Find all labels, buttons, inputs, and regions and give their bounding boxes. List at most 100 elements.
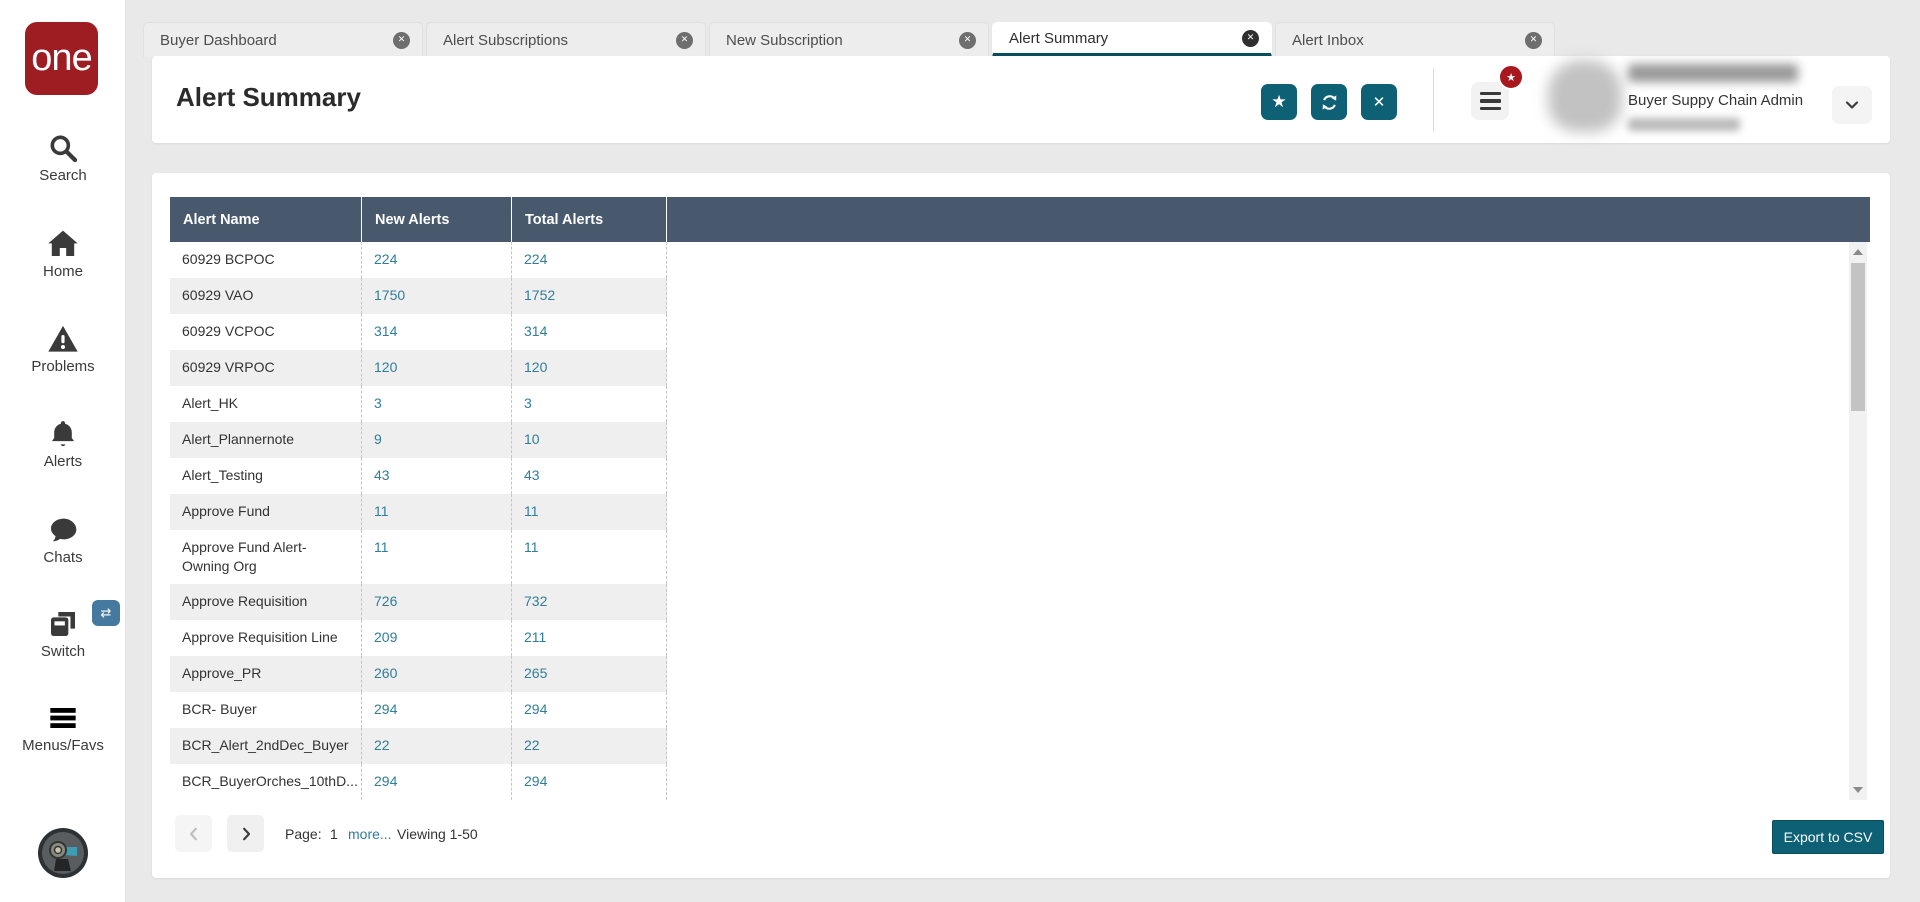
column-header-filler <box>667 197 1870 242</box>
sidebar-item-chats[interactable]: Chats <box>0 514 126 566</box>
new-alerts-link[interactable]: 224 <box>374 251 397 267</box>
sidebar-item-menus-favs[interactable]: Menus/Favs <box>0 702 126 754</box>
new-alerts-link[interactable]: 314 <box>374 323 397 339</box>
table-row: Approve_PR 260 265 <box>170 656 667 692</box>
tab-close-icon[interactable]: ✕ <box>1525 31 1542 49</box>
total-alerts-link[interactable]: 10 <box>524 431 540 447</box>
sidebar-item-home[interactable]: Home <box>0 228 126 280</box>
tab-close-icon[interactable]: ✕ <box>1242 29 1259 47</box>
new-alerts-cell: 11 <box>362 494 512 530</box>
total-alerts-cell: 265 <box>512 656 667 692</box>
total-alerts-cell: 22 <box>512 728 667 764</box>
tab-alert-subscriptions[interactable]: Alert Subscriptions ✕ <box>426 22 706 57</box>
new-alerts-link[interactable]: 1750 <box>374 287 405 303</box>
table-row: BCR_BuyerOrches_10thD... 294 294 <box>170 764 667 800</box>
next-page-button[interactable] <box>227 815 264 852</box>
alert-name-cell: 60929 BCPOC <box>170 242 362 278</box>
scroll-up-arrow-icon[interactable] <box>1849 244 1867 260</box>
scroll-down-arrow-icon[interactable] <box>1849 782 1867 798</box>
total-alerts-link[interactable]: 3 <box>524 395 532 411</box>
close-panel-button[interactable]: ✕ <box>1361 84 1397 120</box>
sidebar-item-problems[interactable]: Problems <box>0 323 126 375</box>
column-header-new-alerts[interactable]: New Alerts <box>362 197 512 242</box>
table-row: Approve Requisition 726 732 <box>170 584 667 620</box>
tab-close-icon[interactable]: ✕ <box>676 31 693 49</box>
tab-close-icon[interactable]: ✕ <box>393 31 410 49</box>
new-alerts-link[interactable]: 9 <box>374 431 382 447</box>
vertical-scrollbar[interactable] <box>1849 242 1867 800</box>
total-alerts-cell: 120 <box>512 350 667 386</box>
tab-alert-summary[interactable]: Alert Summary ✕ <box>992 22 1272 57</box>
new-alerts-link[interactable]: 294 <box>374 773 397 789</box>
user-avatar[interactable] <box>37 827 89 879</box>
previous-page-button[interactable] <box>175 815 212 852</box>
new-alerts-link[interactable]: 22 <box>374 737 390 753</box>
alert-name-cell: 60929 VCPOC <box>170 314 362 350</box>
sidebar-item-alerts[interactable]: Alerts <box>0 418 126 470</box>
one-logo[interactable]: one <box>25 22 98 95</box>
new-alerts-link[interactable]: 120 <box>374 359 397 375</box>
tab-buyer-dashboard[interactable]: Buyer Dashboard ✕ <box>143 22 423 57</box>
tab-close-icon[interactable]: ✕ <box>959 31 976 49</box>
chevron-left-icon <box>189 827 197 840</box>
total-alerts-link[interactable]: 43 <box>524 467 540 483</box>
header-divider <box>1433 68 1434 132</box>
total-alerts-link[interactable]: 22 <box>524 737 540 753</box>
alert-summary-card: Alert Name New Alerts Total Alerts 60929… <box>152 173 1890 878</box>
page-number-field[interactable]: 1 <box>330 826 338 842</box>
alert-name-cell: BCR_BuyerOrches_10thD... <box>170 764 362 800</box>
favorite-button[interactable]: ★ <box>1261 84 1297 120</box>
table-row: 60929 VRPOC 120 120 <box>170 350 667 386</box>
new-alerts-link[interactable]: 3 <box>374 395 382 411</box>
alert-name-cell: 60929 VRPOC <box>170 350 362 386</box>
total-alerts-cell: 294 <box>512 764 667 800</box>
column-header-total-alerts[interactable]: Total Alerts <box>512 197 667 242</box>
alert-name-cell: Approve Requisition <box>170 584 362 620</box>
sidebar-item-label: Switch <box>40 643 86 660</box>
total-alerts-link[interactable]: 120 <box>524 359 547 375</box>
tab-new-subscription[interactable]: New Subscription ✕ <box>709 22 989 57</box>
sidebar-item-label: Menus/Favs <box>22 737 104 754</box>
new-alerts-link[interactable]: 11 <box>374 503 389 519</box>
column-header-alert-name[interactable]: Alert Name <box>170 197 362 242</box>
new-alerts-link[interactable]: 209 <box>374 629 397 645</box>
new-alerts-link[interactable]: 43 <box>374 467 390 483</box>
sidebar-item-search[interactable]: Search <box>0 132 126 184</box>
table-header: Alert Name New Alerts Total Alerts <box>170 197 1870 242</box>
new-alerts-link[interactable]: 260 <box>374 665 397 681</box>
table-row: Approve Requisition Line 209 211 <box>170 620 667 656</box>
total-alerts-cell: 211 <box>512 620 667 656</box>
page-title: Alert Summary <box>176 82 361 112</box>
total-alerts-link[interactable]: 294 <box>524 773 547 789</box>
new-alerts-link[interactable]: 726 <box>374 593 397 609</box>
warning-triangle-icon <box>0 323 126 355</box>
user-menu-dropdown[interactable] <box>1832 86 1872 124</box>
new-alerts-link[interactable]: 294 <box>374 701 397 717</box>
total-alerts-link[interactable]: 11 <box>524 539 539 555</box>
new-alerts-link[interactable]: 11 <box>374 539 389 555</box>
total-alerts-link[interactable]: 265 <box>524 665 547 681</box>
sidebar-item-switch[interactable]: ⇄ Switch <box>0 600 126 660</box>
table-row: BCR- Buyer 294 294 <box>170 692 667 728</box>
swap-arrows-icon: ⇄ <box>92 600 120 626</box>
menu-bars-icon <box>1479 91 1501 96</box>
total-alerts-link[interactable]: 1752 <box>524 287 555 303</box>
user-name-blurred <box>1628 64 1798 82</box>
export-to-csv-button[interactable]: Export to CSV <box>1772 820 1884 854</box>
table-row: 60929 VAO 1750 1752 <box>170 278 667 314</box>
refresh-button[interactable] <box>1311 84 1347 120</box>
total-alerts-link[interactable]: 11 <box>524 503 539 519</box>
more-pages-link[interactable]: more... <box>348 826 392 842</box>
total-alerts-link[interactable]: 314 <box>524 323 547 339</box>
alert-name-cell: Approve Fund Alert-Owning Org <box>170 530 362 584</box>
total-alerts-link[interactable]: 294 <box>524 701 547 717</box>
scrollbar-thumb[interactable] <box>1851 263 1865 411</box>
total-alerts-link[interactable]: 732 <box>524 593 547 609</box>
total-alerts-link[interactable]: 224 <box>524 251 547 267</box>
robot-avatar-icon <box>38 828 88 878</box>
total-alerts-link[interactable]: 211 <box>524 629 546 645</box>
total-alerts-cell: 1752 <box>512 278 667 314</box>
new-alerts-cell: 726 <box>362 584 512 620</box>
tab-alert-inbox[interactable]: Alert Inbox ✕ <box>1275 22 1555 57</box>
sidebar-item-label: Problems <box>31 358 95 375</box>
